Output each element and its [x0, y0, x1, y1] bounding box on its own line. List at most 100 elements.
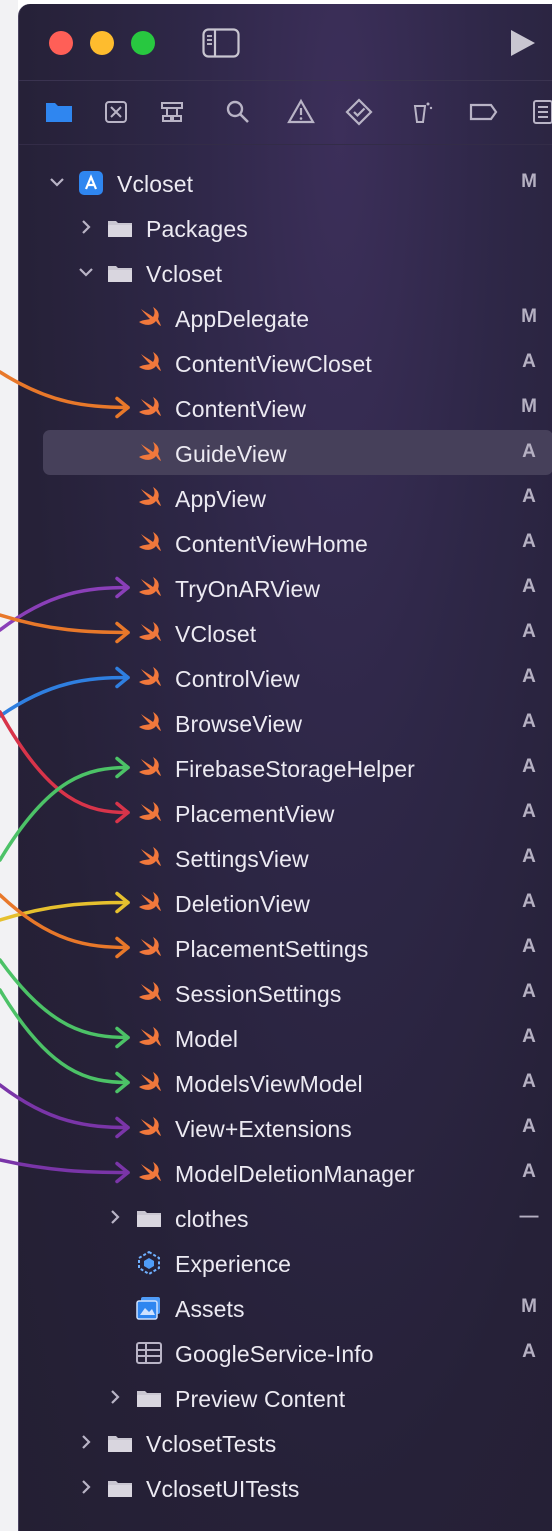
tree-row-experience[interactable]: Experience — [19, 1240, 552, 1285]
tree-row-settingsview[interactable]: SettingsView A — [19, 835, 552, 880]
swift-icon — [135, 529, 163, 557]
chevron-right-icon[interactable] — [76, 217, 96, 237]
tree-row-label: GuideView — [175, 441, 287, 467]
tree-row-packages[interactable]: Packages — [19, 205, 552, 250]
tree-row-model[interactable]: Model A — [19, 1015, 552, 1060]
tree-row-label: Packages — [146, 216, 248, 242]
source-control-status: A — [522, 1161, 536, 1182]
debug-navigator-icon[interactable] — [403, 94, 439, 130]
source-control-status: A — [522, 531, 536, 552]
swift-icon — [135, 394, 163, 422]
project-navigator-icon[interactable] — [41, 94, 77, 130]
tree-row-appdelegate[interactable]: AppDelegate M — [19, 295, 552, 340]
folder-icon — [106, 1474, 134, 1502]
tree-row-vclosettests[interactable]: VclosetTests — [19, 1420, 552, 1465]
swift-icon — [135, 1069, 163, 1097]
swift-icon — [135, 1159, 163, 1187]
tree-row-contentview[interactable]: ContentView M — [19, 385, 552, 430]
report-navigator-icon[interactable] — [524, 94, 552, 130]
tree-row-label: ContentViewHome — [175, 531, 368, 557]
source-control-status: A — [522, 1071, 536, 1092]
source-control-status: A — [522, 621, 536, 642]
tree-row-label: ContentView — [175, 396, 307, 422]
folder-icon — [106, 1429, 134, 1457]
breakpoint-navigator-icon[interactable] — [465, 94, 501, 130]
zoom-window-button[interactable] — [131, 31, 155, 55]
tree-row-label: Assets — [175, 1296, 245, 1322]
folder-icon — [106, 214, 134, 242]
chevron-right-icon[interactable] — [105, 1387, 125, 1407]
tree-row-modeldeletionmanager[interactable]: ModelDeletionManager A — [19, 1150, 552, 1195]
source-control-status: A — [522, 846, 536, 867]
chevron-right-icon[interactable] — [76, 1477, 96, 1497]
tree-row-modelsviewmodel[interactable]: ModelsViewModel A — [19, 1060, 552, 1105]
issue-navigator-icon[interactable] — [283, 94, 319, 130]
tree-row-contentviewhome[interactable]: ContentViewHome A — [19, 520, 552, 565]
tree-row-label: FirebaseStorageHelper — [175, 756, 415, 782]
find-navigator-icon[interactable] — [220, 94, 256, 130]
tree-row-contentviewcloset[interactable]: ContentViewCloset A — [19, 340, 552, 385]
tree-row-placementview[interactable]: PlacementView A — [19, 790, 552, 835]
asset-catalog-icon — [135, 1294, 163, 1322]
tree-row-appview[interactable]: AppView A — [19, 475, 552, 520]
folder-icon — [106, 259, 134, 287]
swift-icon — [135, 619, 163, 647]
chevron-right-icon[interactable] — [105, 1207, 125, 1227]
tree-row-vclosetuitests[interactable]: VclosetUITests — [19, 1465, 552, 1510]
tree-row-label: SessionSettings — [175, 981, 342, 1007]
folder-icon — [135, 1384, 163, 1412]
chevron-right-icon[interactable] — [76, 1432, 96, 1452]
background-window-edge — [0, 0, 18, 1531]
tree-row-browseview[interactable]: BrowseView A — [19, 700, 552, 745]
swift-icon — [135, 979, 163, 1007]
source-control-status: A — [522, 441, 536, 462]
close-window-button[interactable] — [49, 31, 73, 55]
tree-row-controlview[interactable]: ControlView A — [19, 655, 552, 700]
tree-row-label: Vcloset — [117, 171, 194, 197]
run-icon[interactable] — [505, 26, 539, 60]
source-control-status: A — [522, 756, 536, 777]
test-navigator-icon[interactable] — [341, 94, 377, 130]
swift-icon — [135, 934, 163, 962]
tree-row-vcloset[interactable]: Vcloset — [19, 250, 552, 295]
tree-row-placementsettings[interactable]: PlacementSettings A — [19, 925, 552, 970]
tree-row-preview-content[interactable]: Preview Content — [19, 1375, 552, 1420]
source-control-status: A — [522, 1026, 536, 1047]
tree-row-googleservice-info[interactable]: GoogleService-Info A — [19, 1330, 552, 1375]
source-control-status: A — [522, 1341, 536, 1362]
tree-row-label: VclosetTests — [146, 1431, 277, 1457]
swift-icon — [135, 439, 163, 467]
tree-row-clothes[interactable]: clothes — — [19, 1195, 552, 1240]
tree-row-deletionview[interactable]: DeletionView A — [19, 880, 552, 925]
tree-row-vcloset[interactable]: Vcloset M — [19, 160, 552, 205]
tree-row-tryonarview[interactable]: TryOnARView A — [19, 565, 552, 610]
swift-icon — [135, 844, 163, 872]
swift-icon — [135, 889, 163, 917]
xcode-navigator-panel: Vcloset M Packages Vcloset AppDelegate M Conte… — [18, 4, 552, 1531]
source-control-status: A — [522, 666, 536, 687]
sidebar-toggle-icon[interactable] — [202, 28, 240, 58]
tree-row-label: SettingsView — [175, 846, 309, 872]
chevron-down-icon[interactable] — [76, 262, 96, 282]
source-control-navigator-icon[interactable] — [98, 94, 134, 130]
tree-row-label: ModelDeletionManager — [175, 1161, 415, 1187]
swift-icon — [135, 304, 163, 332]
tree-row-sessionsettings[interactable]: SessionSettings A — [19, 970, 552, 1015]
tree-row-label: PlacementSettings — [175, 936, 369, 962]
source-control-status: M — [521, 306, 537, 327]
tree-row-assets[interactable]: Assets M — [19, 1285, 552, 1330]
chevron-down-icon[interactable] — [47, 172, 67, 192]
minimize-window-button[interactable] — [90, 31, 114, 55]
swift-icon — [135, 1114, 163, 1142]
tree-row-firebasestoragehelper[interactable]: FirebaseStorageHelper A — [19, 745, 552, 790]
tree-row-view-extensions[interactable]: View+Extensions A — [19, 1105, 552, 1150]
tree-row-label: ControlView — [175, 666, 300, 692]
tree-row-vcloset[interactable]: VCloset A — [19, 610, 552, 655]
swift-icon — [135, 664, 163, 692]
tree-row-guideview[interactable]: GuideView A — [19, 430, 552, 475]
navigator-tab-bar — [19, 94, 552, 134]
reality-composer-icon — [135, 1249, 163, 1277]
swift-icon — [135, 574, 163, 602]
tree-row-label: Model — [175, 1026, 239, 1052]
symbol-navigator-icon[interactable] — [154, 94, 190, 130]
